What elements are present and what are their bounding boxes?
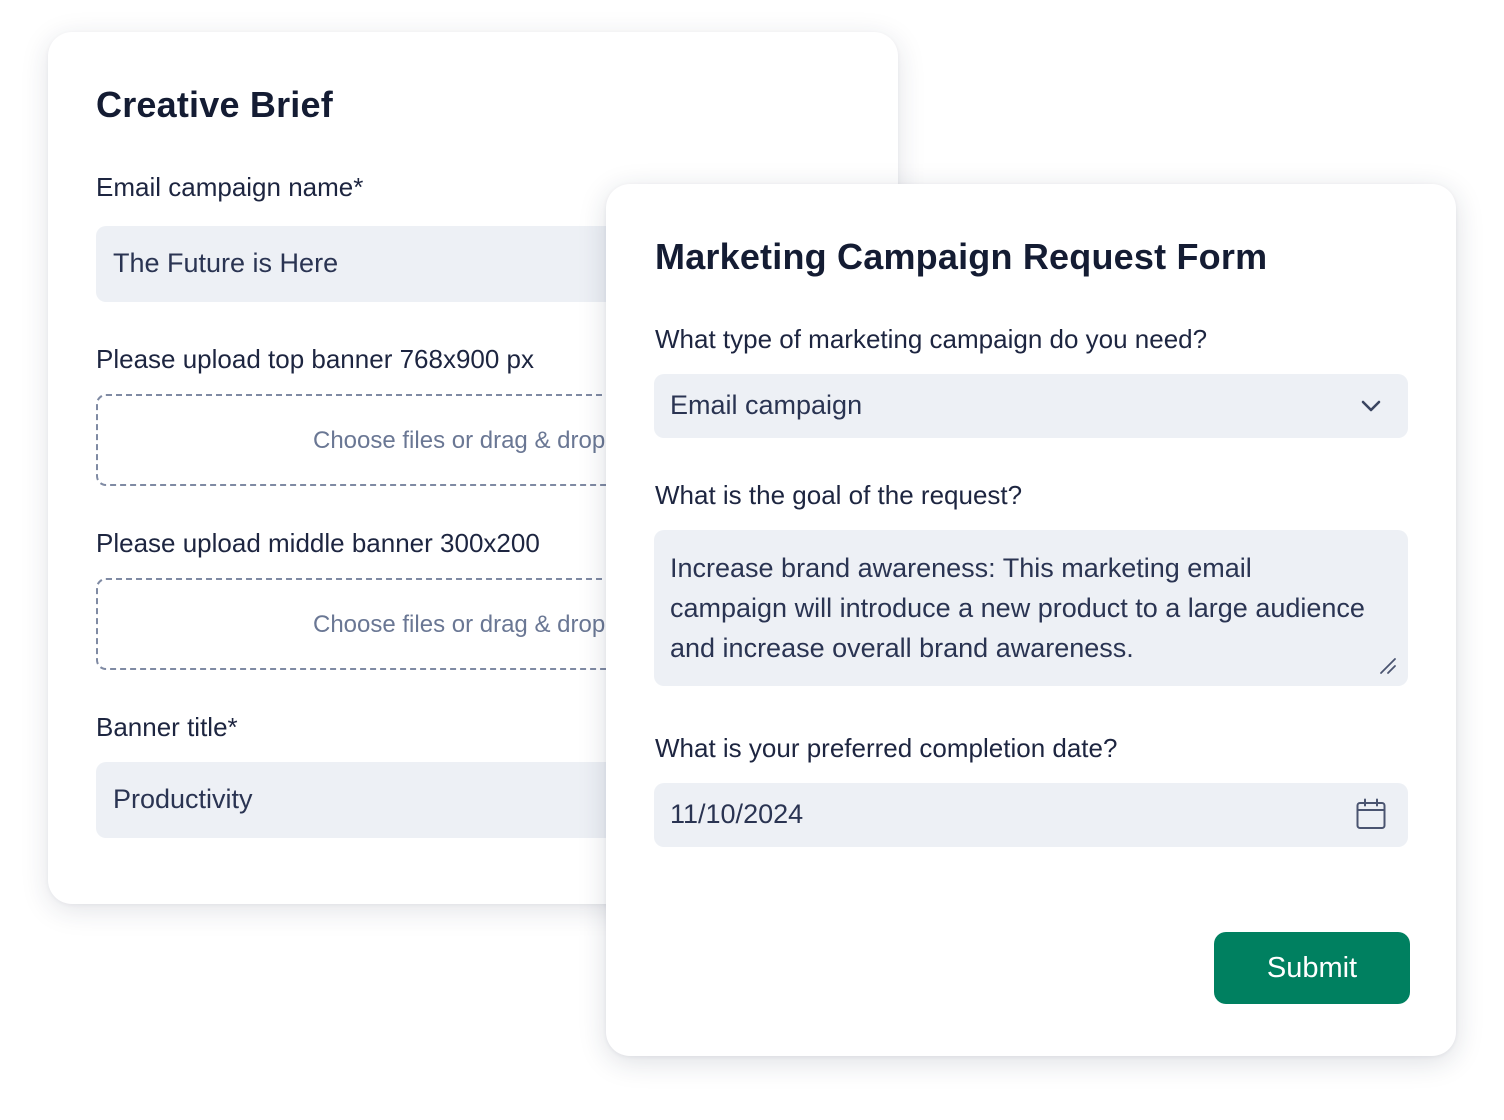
campaign-name-label: Email campaign name* xyxy=(96,172,364,202)
goal-label: What is the goal of the request? xyxy=(655,480,1023,510)
top-banner-dropzone-text: Choose files or drag & drop xyxy=(313,427,606,454)
middle-banner-upload-label: Please upload middle banner 300x200 xyxy=(96,528,540,558)
goal-value: Increase brand awareness: This marketing… xyxy=(670,553,1365,663)
creative-brief-title: Creative Brief xyxy=(96,84,333,125)
completion-date-input[interactable]: 11/10/2024 xyxy=(654,783,1408,847)
campaign-type-value: Email campaign xyxy=(670,390,863,420)
goal-textarea[interactable]: Increase brand awareness: This marketing… xyxy=(654,530,1408,686)
resize-handle-icon[interactable] xyxy=(1378,656,1398,676)
campaign-name-value: The Future is Here xyxy=(113,248,339,278)
chevron-down-icon xyxy=(1358,394,1384,418)
request-form-title: Marketing Campaign Request Form xyxy=(655,236,1268,277)
top-banner-upload-label: Please upload top banner 768x900 px xyxy=(96,344,535,374)
calendar-icon[interactable] xyxy=(1354,797,1388,831)
banner-title-value: Productivity xyxy=(113,784,253,814)
campaign-type-select[interactable]: Email campaign xyxy=(654,374,1408,438)
completion-date-label: What is your preferred completion date? xyxy=(655,733,1118,763)
middle-banner-dropzone-text: Choose files or drag & drop xyxy=(313,611,606,638)
campaign-type-label: What type of marketing campaign do you n… xyxy=(655,324,1208,354)
request-form-card: Marketing Campaign Request Form What typ… xyxy=(606,184,1456,1056)
completion-date-value: 11/10/2024 xyxy=(670,799,804,829)
submit-button[interactable]: Submit xyxy=(1214,932,1410,1004)
banner-title-label: Banner title* xyxy=(96,712,238,742)
